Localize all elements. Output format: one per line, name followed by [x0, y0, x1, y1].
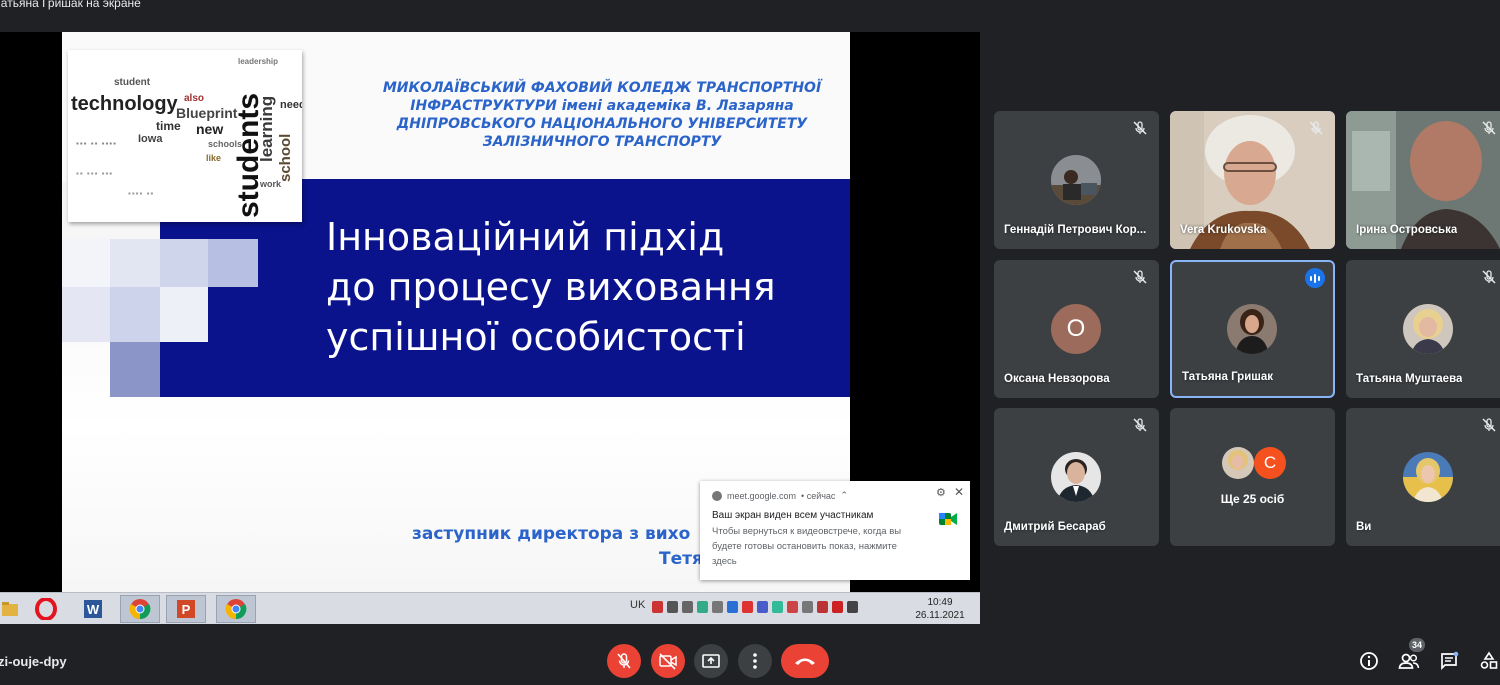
participant-tile[interactable]: Vera Krukovska — [1170, 111, 1335, 249]
participant-name: Татьяна Гришак — [1182, 371, 1273, 383]
participant-tile[interactable]: О Оксана Невзорова — [994, 260, 1159, 398]
present-screen-icon — [702, 654, 720, 668]
chrome-icon[interactable] — [120, 595, 160, 623]
opera-icon[interactable] — [26, 595, 66, 623]
shared-screen[interactable]: technology students learning school Blue… — [0, 32, 980, 624]
chat-icon — [1441, 651, 1459, 671]
mic-off-icon — [617, 653, 631, 669]
participant-name: Дмитрий Бесараб — [1004, 521, 1106, 533]
participant-name: Татьяна Муштаева — [1356, 373, 1463, 385]
author-line: заступник директора з вихо — [412, 524, 691, 544]
meeting-controls-bar: zi-ouje-dpy 34 — [0, 630, 1500, 685]
more-options-button[interactable] — [738, 644, 772, 678]
avatar — [1051, 155, 1101, 205]
google-meet-icon — [939, 513, 957, 525]
svg-text:P: P — [182, 602, 191, 617]
screen-share-notification[interactable]: meet.google.com • сейчас ⌃ ⚙ ✕ Ваш экран… — [700, 481, 970, 580]
activities-button[interactable] — [1478, 650, 1500, 672]
participant-name: Ви — [1356, 521, 1372, 533]
chevron-up-icon: ⌃ — [840, 490, 848, 500]
hang-up-icon — [795, 658, 815, 665]
more-participants-tile[interactable]: С Ще 25 осіб — [1170, 408, 1335, 546]
chrome-icon[interactable] — [216, 595, 256, 623]
mic-off-icon — [1133, 270, 1147, 284]
system-tray[interactable] — [652, 601, 914, 617]
avatar — [1051, 452, 1101, 502]
participant-tile[interactable]: Дмитрий Бесараб — [994, 408, 1159, 546]
mic-off-icon — [1133, 418, 1147, 432]
windows-taskbar: W P UK 10:49 26.11.2021 — [0, 592, 980, 624]
meet-window: Татьяна Гришак на экране technology stud… — [0, 0, 1500, 685]
mic-off-icon — [1482, 270, 1496, 284]
mic-off-icon — [1133, 121, 1147, 135]
leave-call-button[interactable] — [781, 644, 829, 678]
avatar: О — [1051, 304, 1101, 354]
participant-name: Vera Krukovska — [1180, 224, 1267, 236]
present-screen-button[interactable] — [694, 644, 728, 678]
avatar — [1222, 447, 1254, 479]
mic-off-icon — [1482, 418, 1496, 432]
activities-icon — [1480, 651, 1498, 669]
participant-tile-self[interactable]: Ви — [1346, 408, 1500, 546]
participant-tile-speaking[interactable]: Татьяна Гришак — [1170, 260, 1335, 398]
meeting-code: zi-ouje-dpy — [0, 654, 67, 669]
info-icon — [1360, 652, 1378, 670]
chat-button[interactable] — [1438, 650, 1460, 672]
more-vert-icon — [753, 653, 757, 669]
wordcloud-image: technology students learning school Blue… — [68, 50, 302, 222]
avatar — [1403, 452, 1453, 502]
speaking-indicator-icon — [1305, 268, 1325, 288]
word-icon[interactable]: W — [73, 595, 113, 623]
mic-off-icon — [1309, 121, 1323, 135]
close-notification-button[interactable]: ✕ — [954, 485, 964, 499]
participant-tile[interactable]: Ірина Островська — [1346, 111, 1500, 249]
svg-text:W: W — [87, 602, 100, 617]
participant-tile[interactable]: Геннадій Петрович Кор... — [994, 111, 1159, 249]
powerpoint-icon[interactable]: P — [166, 595, 206, 623]
participant-name: Ірина Островська — [1356, 224, 1458, 236]
language-indicator[interactable]: UK — [630, 599, 645, 611]
slide-title: Інноваційний підхід до процесу виховання… — [326, 215, 776, 359]
college-name: МИКОЛАЇВСЬКИЙ ФАХОВИЙ КОЛЕДЖ ТРАНСПОРТНО… — [382, 80, 822, 150]
meeting-details-button[interactable] — [1358, 650, 1380, 672]
taskbar-clock[interactable]: 10:49 26.11.2021 — [912, 596, 968, 622]
window-title: Татьяна Гришак на экране — [0, 0, 141, 10]
author-name: Тетя — [659, 549, 703, 569]
participants-button[interactable] — [1398, 650, 1420, 672]
people-icon — [1398, 653, 1420, 669]
avatar: С — [1254, 447, 1286, 479]
settings-gear-icon[interactable]: ⚙ — [936, 486, 946, 499]
camera-off-button[interactable] — [651, 644, 685, 678]
participant-tile[interactable]: Татьяна Муштаева — [1346, 260, 1500, 398]
camera-off-icon — [659, 653, 677, 670]
avatar — [1227, 304, 1277, 354]
screen-share-banner: Татьяна Гришак на экране — [0, 0, 1500, 16]
microphone-off-button[interactable] — [607, 644, 641, 678]
avatar — [1403, 304, 1453, 354]
more-participants-label: Ще 25 осіб — [1220, 492, 1285, 506]
mic-off-icon — [1482, 121, 1496, 135]
participant-name: Оксана Невзорова — [1004, 373, 1110, 385]
chrome-icon — [712, 490, 722, 501]
participant-name: Геннадій Петрович Кор... — [1004, 224, 1147, 236]
